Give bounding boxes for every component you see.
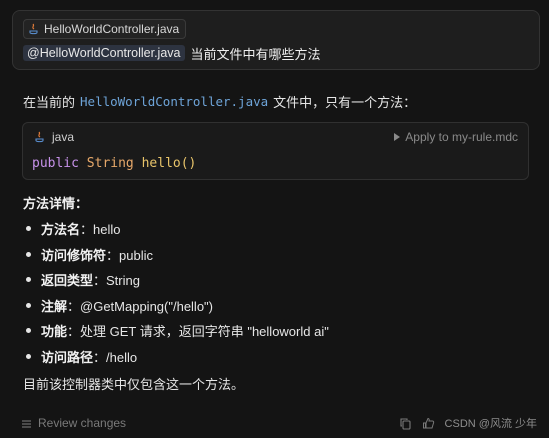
list-item: 方法名 ：hello [23,216,329,242]
review-changes-label: Review changes [38,416,127,430]
context-file-name: HelloWorldController.java [44,22,180,36]
code-keyword: public [32,156,79,171]
detail-value: ：@GetMapping("/hello") [67,298,213,314]
bullet [26,277,31,283]
bullet [26,328,31,334]
detail-label: 访问路径 [41,349,94,365]
watermark: CSDN @风流 少年 [444,418,537,430]
bullet [26,353,31,359]
play-icon [394,133,401,141]
code-type: String [86,156,134,171]
detail-value: ：处理 GET 请求，返回字符串 "helloworld ai" [67,324,329,340]
code-block: java Apply to my-rule.mdc public String … [22,122,529,180]
list-item: 访问路径 ：/hello [23,344,329,370]
list-item: 注解 ：@GetMapping("/hello") [23,293,329,319]
java-file-icon [29,23,39,35]
apply-button[interactable]: Apply to my-rule.mdc [394,130,518,144]
detail-label: 访问修饰符 [41,247,107,263]
detail-value: ：public [106,247,153,263]
list-item: 访问修饰符 ：public [23,242,329,268]
summary-text: 目前该控制器类中仅包含这一个方法。 [23,377,245,392]
prompt-text: 当前文件中有哪些方法 [190,46,321,62]
user-message: HelloWorldController.java @HelloWorldCon… [12,10,540,70]
code-function-name: hello [141,156,181,171]
list-item: 功能 ：处理 GET 请求，返回字符串 "helloworld ai" [23,318,329,344]
footer-bar: Review changes CSDN @风流 少年 [0,408,549,438]
bullet [26,251,31,257]
code-language-label: java [52,130,75,144]
review-changes-button[interactable]: Review changes [20,416,126,430]
intro-before: 在当前的 [23,95,76,110]
detail-label: 方法名 [41,222,81,238]
copy-icon[interactable] [399,417,412,430]
context-file-chip[interactable]: HelloWorldController.java [23,19,187,39]
inline-code-filename: HelloWorldController.java [80,94,269,109]
bullet [26,226,31,232]
intro-after: 文件中，只有一个方法： [273,95,417,110]
detail-value: ：/hello [93,349,138,365]
footer-actions: CSDN @风流 少年 [399,415,537,431]
detail-value: ：hello [80,222,121,238]
detail-label: 返回类型 [41,273,94,289]
bullet [26,302,31,308]
review-changes-icon [20,417,33,430]
prompt-line: @HelloWorldController.java 当前文件中有哪些方法 [23,43,321,63]
code-line: public String hello() [32,156,196,171]
code-language: java [35,130,74,144]
detail-label: 功能 [41,324,68,340]
answer-intro: 在当前的 HelloWorldController.java 文件中，只有一个方… [23,92,416,111]
detail-list: 方法名 ：hello 访问修饰符 ：public 返回类型 ：String 注解… [23,216,329,369]
details-title: 方法详情： [23,196,89,211]
thumbs-up-icon[interactable] [422,417,435,430]
java-language-icon [35,131,45,143]
apply-label: Apply to my-rule.mdc [405,130,518,144]
detail-value: ：String [93,273,140,289]
file-mention[interactable]: @HelloWorldController.java [23,45,185,61]
code-block-header: java Apply to my-rule.mdc [23,123,528,151]
list-item: 返回类型 ：String [23,267,329,293]
detail-label: 注解 [41,298,68,314]
code-parens: () [180,156,197,171]
